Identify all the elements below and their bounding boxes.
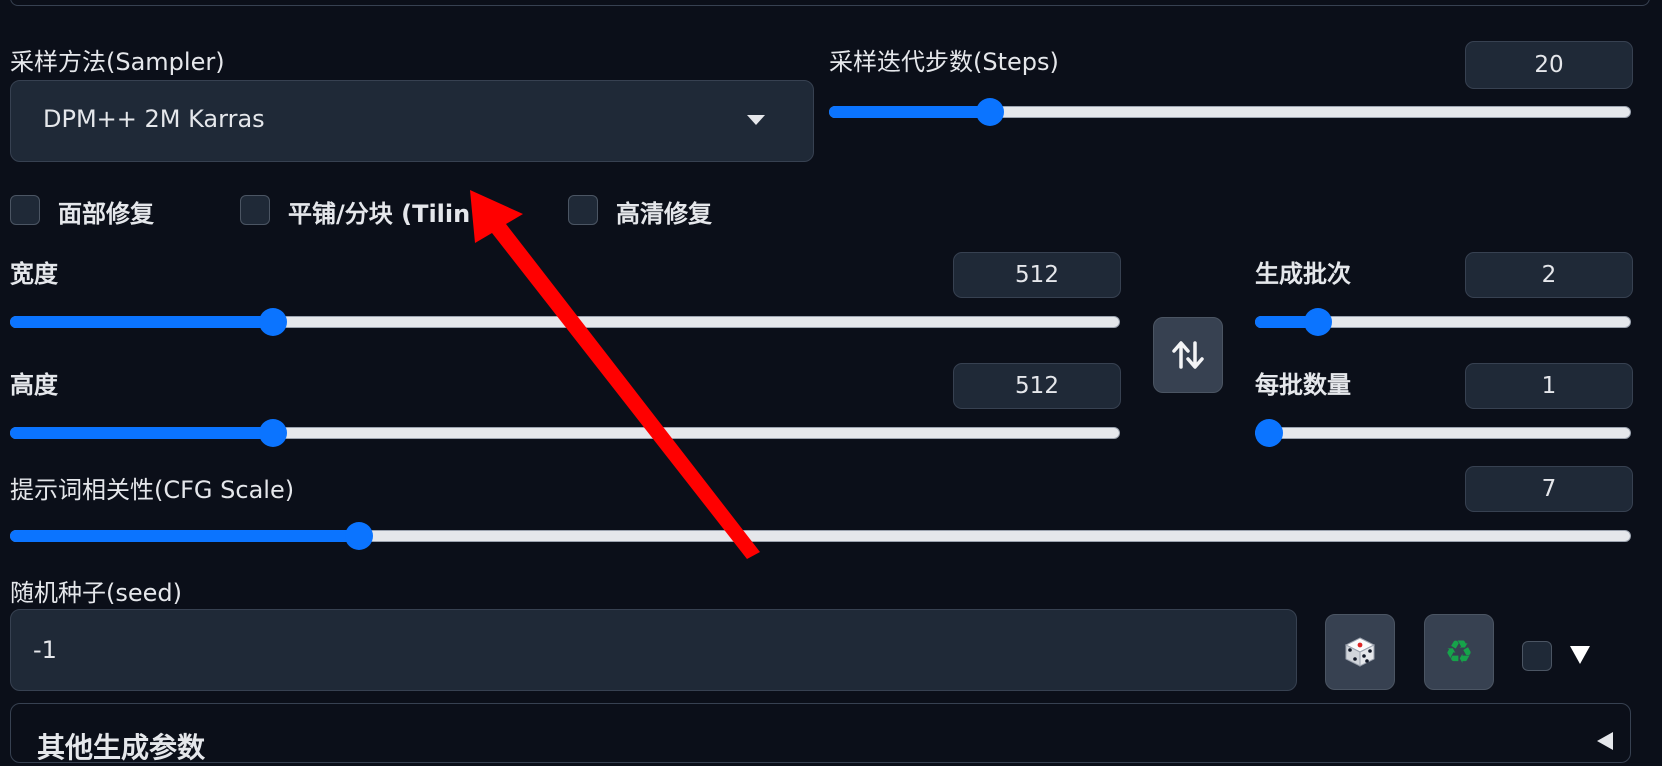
width-slider[interactable] bbox=[10, 308, 1120, 336]
batch-count-number-input[interactable]: 2 bbox=[1465, 252, 1633, 298]
extra-params-panel[interactable]: 其他生成参数 bbox=[10, 703, 1631, 764]
steps-slider-thumb[interactable] bbox=[976, 98, 1005, 126]
batch-size-slider[interactable] bbox=[1255, 419, 1631, 447]
steps-slider[interactable] bbox=[829, 98, 1631, 126]
swap-arrows-icon bbox=[1172, 341, 1204, 369]
seed-input[interactable]: -1 bbox=[10, 609, 1297, 691]
batch-size-label: 每批数量 bbox=[1255, 371, 1351, 399]
face-restore-checkbox[interactable] bbox=[10, 195, 40, 225]
batch-count-slider-thumb[interactable] bbox=[1303, 308, 1332, 336]
dice-icon bbox=[1344, 637, 1376, 667]
random-seed-button[interactable] bbox=[1325, 614, 1395, 690]
cfg-label: 提示词相关性(CFG Scale) bbox=[10, 476, 295, 504]
batch-size-slider-track bbox=[1255, 427, 1631, 439]
collapse-triangle-icon bbox=[1597, 732, 1613, 750]
extra-seed-checkbox[interactable] bbox=[1522, 641, 1552, 671]
batch-size-slider-thumb[interactable] bbox=[1255, 419, 1283, 447]
hires-fix-label: 高清修复 bbox=[616, 200, 712, 228]
height-label: 高度 bbox=[10, 371, 58, 399]
triangle-down-icon[interactable] bbox=[1570, 646, 1590, 664]
width-number-input[interactable]: 512 bbox=[953, 252, 1121, 298]
seed-value: -1 bbox=[33, 636, 57, 664]
seed-label: 随机种子(seed) bbox=[10, 579, 182, 607]
face-restore-label: 面部修复 bbox=[58, 200, 154, 228]
tiling-label: 平铺/分块 (Tilin bbox=[288, 200, 471, 228]
cfg-slider[interactable] bbox=[10, 522, 1631, 550]
tiling-checkbox[interactable] bbox=[240, 195, 270, 225]
cfg-slider-fill bbox=[10, 530, 351, 542]
batch-count-slider-fill bbox=[1255, 316, 1308, 328]
width-slider-thumb[interactable] bbox=[258, 308, 287, 336]
swap-dimensions-button[interactable] bbox=[1153, 317, 1223, 393]
height-slider-fill bbox=[10, 427, 266, 439]
reuse-seed-button[interactable]: ♻ bbox=[1424, 614, 1494, 690]
steps-number-input[interactable]: 20 bbox=[1465, 41, 1633, 89]
height-slider[interactable] bbox=[10, 419, 1120, 447]
top-panel-border bbox=[10, 0, 1650, 6]
cfg-number-input[interactable]: 7 bbox=[1465, 466, 1633, 512]
steps-slider-fill bbox=[829, 106, 982, 118]
batch-count-label: 生成批次 bbox=[1255, 260, 1351, 288]
extra-params-title: 其他生成参数 bbox=[37, 731, 206, 764]
batch-size-number-input[interactable]: 1 bbox=[1465, 363, 1633, 409]
sampler-dropdown[interactable]: DPM++ 2M Karras bbox=[10, 80, 814, 162]
width-label: 宽度 bbox=[10, 260, 58, 288]
height-slider-thumb[interactable] bbox=[258, 419, 287, 447]
steps-label: 采样迭代步数(Steps) bbox=[829, 48, 1059, 76]
sampler-label: 采样方法(Sampler) bbox=[10, 48, 225, 76]
width-slider-fill bbox=[10, 316, 266, 328]
batch-count-slider[interactable] bbox=[1255, 308, 1631, 336]
height-number-input[interactable]: 512 bbox=[953, 363, 1121, 409]
cfg-slider-thumb[interactable] bbox=[344, 522, 373, 550]
sampler-value: DPM++ 2M Karras bbox=[43, 105, 265, 133]
chevron-down-icon bbox=[747, 115, 765, 125]
recycle-icon: ♻ bbox=[1444, 633, 1474, 671]
hires-fix-checkbox[interactable] bbox=[568, 195, 598, 225]
